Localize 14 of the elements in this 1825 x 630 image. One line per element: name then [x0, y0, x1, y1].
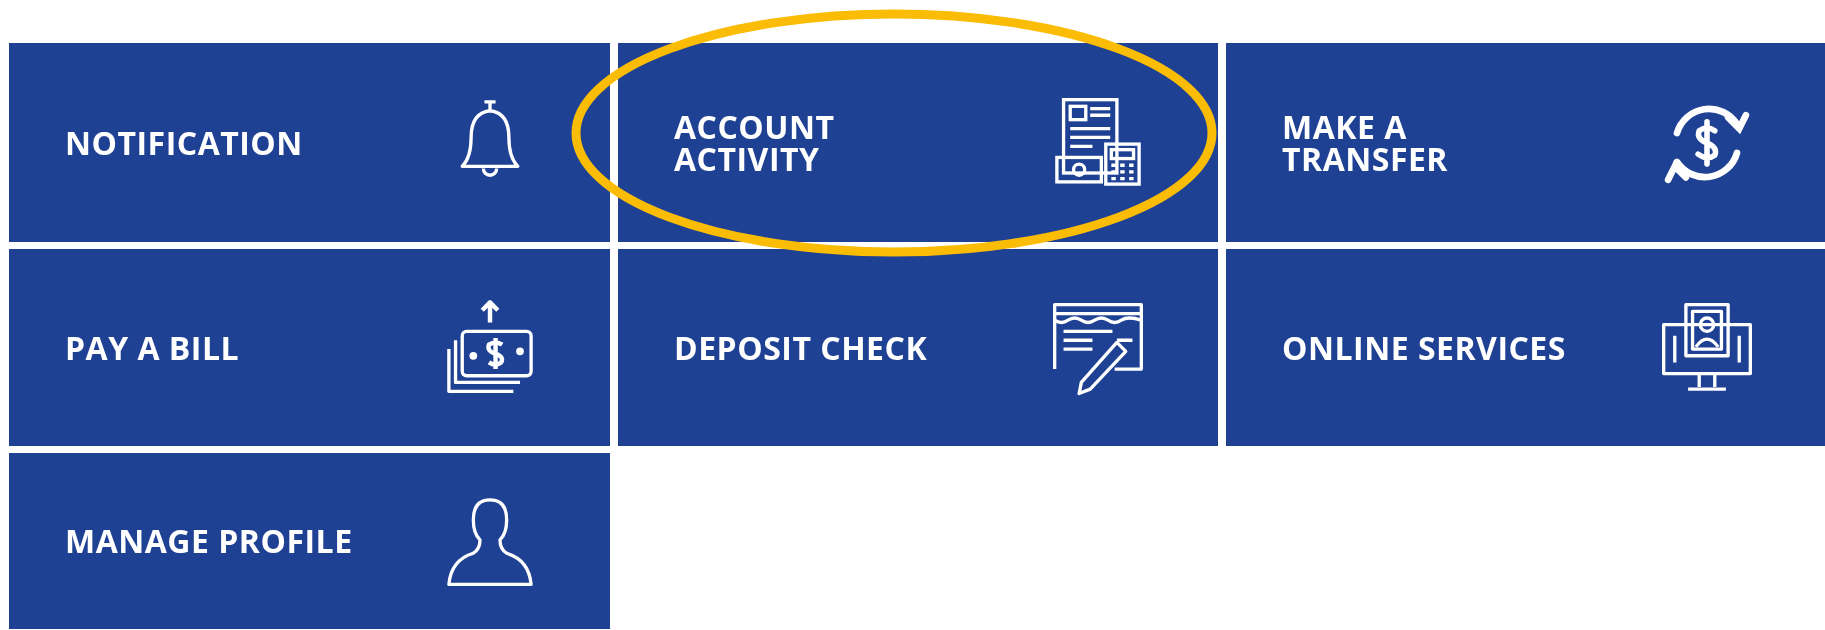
tile-label: MAKE A TRANSFER: [1282, 110, 1448, 175]
menu-tile[interactable]: ONLINE SERVICES: [1226, 249, 1825, 446]
menu-tile[interactable]: MANAGE PROFILE: [9, 453, 610, 629]
menu-tile[interactable]: NOTIFICATION: [9, 43, 610, 242]
tile-label: DEPOSIT CHECK: [674, 331, 928, 364]
tile-label: ACCOUNT ACTIVITY: [674, 110, 835, 175]
menu-tile[interactable]: PAY A BILL: [9, 249, 610, 446]
menu-tile[interactable]: MAKE A TRANSFER: [1226, 43, 1825, 242]
tile-label: PAY A BILL: [65, 331, 240, 364]
tile-label: MANAGE PROFILE: [65, 525, 353, 557]
tile-label: NOTIFICATION: [65, 126, 303, 159]
menu-tile[interactable]: DEPOSIT CHECK: [618, 249, 1218, 446]
menu-tile[interactable]: ACCOUNT ACTIVITY: [618, 43, 1218, 242]
tile-label: ONLINE SERVICES: [1282, 331, 1566, 364]
